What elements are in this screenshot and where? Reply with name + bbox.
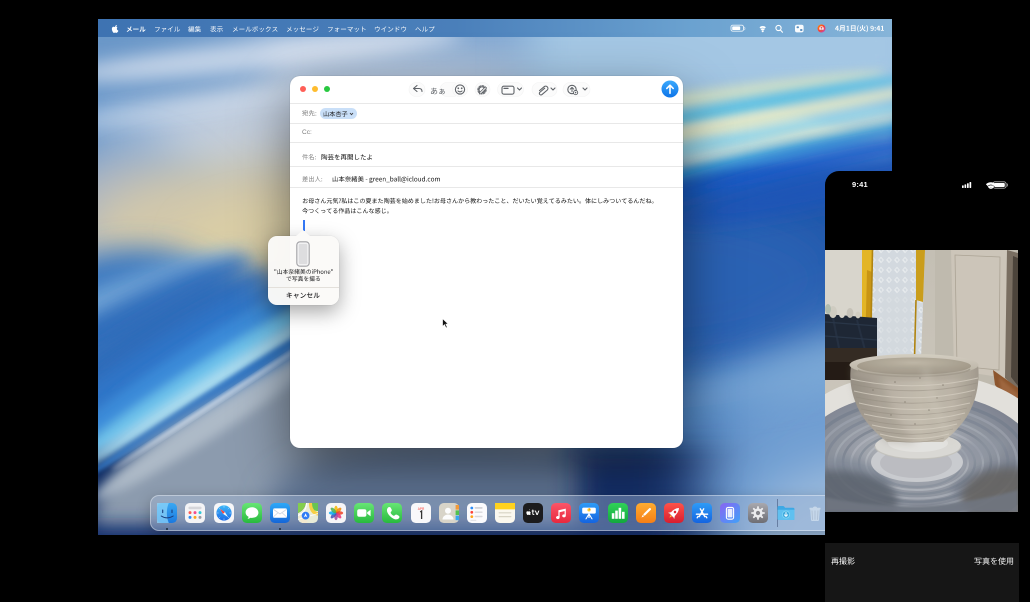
- svg-text:APR: APR: [417, 507, 424, 511]
